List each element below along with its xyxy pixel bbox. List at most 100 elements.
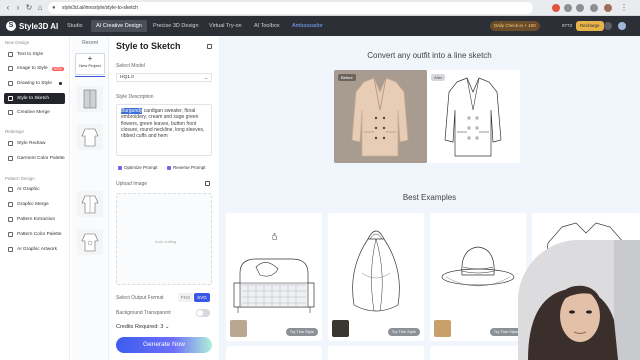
description-label: Style Description [116,94,154,100]
blazer-sketch [444,77,502,157]
logo[interactable]: S Style3D AI [6,20,58,32]
tab-ambassador[interactable]: Ambassador [287,20,328,32]
section-title: Redesign [5,129,25,134]
sidebar-item-graphic-merge[interactable]: Graphic Merge [4,199,65,210]
forward-icon[interactable]: › [14,4,22,12]
recharge-button[interactable]: Recharge [576,21,604,31]
tab-ai-creative-design[interactable]: AI Creative Design [91,20,147,32]
palette-icon [8,156,13,161]
tab-precise-3d-design[interactable]: Precise 3D Design [148,20,204,32]
reverse-icon [167,165,171,170]
palette-icon [8,232,13,237]
history-icon[interactable] [207,44,212,49]
daily-checkin-button[interactable]: Daily Check-in + 100 [490,21,540,31]
model-select[interactable]: HQ1.0 ⌄ [116,73,212,82]
section-title: New Design [5,40,30,45]
recent-thumbnail[interactable] [77,229,103,255]
extension-icon[interactable] [564,4,572,12]
recent-title: Recent [82,40,98,46]
sidebar-item-pattern-extraction[interactable]: Pattern Extraction [4,214,65,225]
sidebar-item-pattern-color-palette[interactable]: Pattern Color Palette [4,229,65,240]
sparkle-icon [118,165,122,170]
person-video [518,240,640,360]
model-value: HQ1.0 [120,75,134,80]
logo-icon: S [6,21,16,31]
sidebar-item-label: Graphic Merge [17,202,49,207]
sidebar-item-label: Creative Merge [17,110,50,115]
credits-required-text: Credits Required: 3 [116,324,164,330]
back-icon[interactable]: ‹ [4,4,12,12]
top-nav: S Style3D AI Studio AI Creative Design P… [0,16,640,36]
image-icon [8,66,13,71]
sketch-icon [8,96,13,101]
sidebar-item-ai-graphic-artwork[interactable]: AI Graphic Artwork [4,244,65,255]
merge-icon [8,110,13,115]
upload-icon[interactable] [205,181,210,186]
reload-icon[interactable]: ↻ [25,4,33,12]
sidebar-item-label: Garment Color Palette [17,156,65,161]
settings-panel: Style to Sketch Select Model HQ1.0 ⌄ Sty… [110,36,218,360]
example-card[interactable] [430,346,526,360]
recent-thumbnail[interactable] [77,86,103,112]
redraw-icon [8,141,13,146]
example-card[interactable] [226,346,322,360]
bell-icon[interactable] [604,22,612,30]
format-label: Select Output Format [116,295,164,301]
example-card[interactable]: Try This Style [430,213,526,341]
menu-icon[interactable]: ⋮ [620,4,628,12]
new-project-label: New Project [79,63,101,68]
extension-icon[interactable] [552,4,560,12]
recent-thumbnail[interactable] [77,124,103,150]
recent-thumbnail[interactable] [77,191,103,217]
tab-ai-toolbox[interactable]: AI Toolbox [249,20,285,32]
style-description-textarea[interactable]: Burgundy cardigan sweater, floral embroi… [116,104,212,156]
example-card[interactable]: Try This Style [328,213,424,341]
sidebar-item-style-redraw[interactable]: Style Redraw [4,138,65,149]
chevron-down-icon[interactable]: ⌄ [165,324,170,330]
upload-label: Upload Image [116,181,148,187]
sidebar-item-drawing-to-style[interactable]: Drawing to Style [4,78,65,89]
optimize-prompt-button[interactable]: Optimize Prompt [118,163,158,172]
recent-column: Recent + New Project [71,36,109,360]
tab-virtual-try-on[interactable]: Virtual Try-on [204,20,247,32]
sidebar-item-garment-color-palette[interactable]: Garment Color Palette [4,153,65,164]
avatar[interactable] [618,22,626,30]
sidebar-item-creative-merge[interactable]: Creative Merge [4,107,65,118]
reverse-prompt-button[interactable]: Reverse Prompt [167,163,206,172]
sidebar-item-style-to-sketch[interactable]: Style to Sketch [4,93,65,104]
model-label: Select Model [116,63,145,69]
sidebar-item-text-to-style[interactable]: Text to Style [4,49,65,60]
background-transparent-toggle[interactable] [196,309,210,317]
home-icon[interactable]: ⌂ [36,4,44,12]
try-this-style-button[interactable]: Try This Style [387,328,420,336]
text-icon [8,52,13,57]
logo-text: Style3D AI [19,21,59,31]
try-this-style-button[interactable]: Try This Style [285,328,318,336]
sidebar-item-image-to-style[interactable]: Image to Style NEW [4,63,65,74]
optimize-label: Optimize Prompt [124,165,158,170]
sidebar-item-ai-graphic[interactable]: AI Graphic [4,184,65,195]
format-svg-button[interactable]: SVG [194,293,210,302]
merge-icon [8,202,13,207]
sidebar-item-label: Pattern Color Palette [17,232,62,237]
address-bar[interactable]: ● style3d.ai/innostyle/style-to-sketch [48,2,533,14]
format-png-button[interactable]: PNG [178,293,193,302]
generate-button[interactable]: Generate Now [116,337,212,353]
after-image: After [427,70,520,163]
new-badge: NEW [51,66,64,71]
credits-required: Credits Required: 3 ⌄ [116,324,170,330]
reverse-label: Reverse Prompt [173,165,206,170]
example-thumbnail [332,320,349,337]
tab-studio[interactable]: Studio [62,20,88,32]
new-project-button[interactable]: + New Project [75,53,105,75]
example-card[interactable] [328,346,424,360]
sidebar-item-label: Image to Style [17,66,48,71]
extension-icon[interactable] [590,4,598,12]
url-text: style3d.ai/innostyle/style-to-sketch [62,5,138,11]
blazer-photo [334,70,427,163]
lock-icon: ● [52,5,56,11]
after-tag: After [431,74,446,81]
extension-icon[interactable] [576,4,584,12]
profile-avatar[interactable] [604,4,612,12]
sidebar-item-label: Drawing to Style [17,81,52,86]
